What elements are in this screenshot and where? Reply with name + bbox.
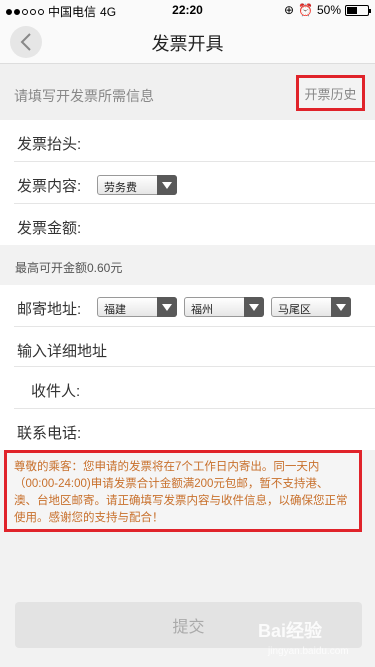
battery-percent: 50% <box>316 3 341 17</box>
address-row: 邮寄地址: 福建 福州 马尾区 <box>0 285 375 329</box>
watermark-url: jingyan.baidu.com <box>268 646 349 657</box>
invoice-amount-row[interactable]: 发票金额: <box>0 204 375 248</box>
navigation-bar: 发票开具 <box>0 20 375 64</box>
city-select[interactable]: 福州 <box>184 297 264 317</box>
city-value: 福州 <box>191 304 213 316</box>
invoice-history-button[interactable]: 开票历史 <box>296 75 365 111</box>
address-label: 邮寄地址: <box>17 301 82 318</box>
phone-label: 联系电话: <box>17 425 82 442</box>
status-bar: 中国电信 4G 22:20 ⊕ ⏰ 50% <box>0 0 375 20</box>
invoice-content-value: 劳务费 <box>104 182 137 194</box>
district-select[interactable]: 马尾区 <box>271 297 351 317</box>
hint-row: 请填写开发票所需信息 开票历史 <box>0 64 375 120</box>
invoice-title-row[interactable]: 发票抬头: <box>0 120 375 164</box>
recipient-row[interactable]: 收件人: <box>0 367 375 411</box>
hint-text: 请填写开发票所需信息 <box>14 88 154 104</box>
invoice-content-label: 发票内容: <box>17 178 82 195</box>
district-value: 马尾区 <box>278 304 311 316</box>
status-right: ⊕ ⏰ 50% <box>283 3 371 17</box>
invoice-amount-label: 发票金额: <box>17 220 82 237</box>
dropdown-arrow-icon <box>244 297 264 317</box>
recipient-label: 收件人: <box>31 383 81 400</box>
detail-address-row[interactable]: 输入详细地址 <box>0 327 375 371</box>
invoice-content-select[interactable]: 劳务费 <box>97 175 177 195</box>
max-amount-text: 最高可开金额0.60元 <box>15 261 123 275</box>
lock-rotation-icon: ⊕ <box>283 3 295 17</box>
battery-icon <box>345 4 371 16</box>
detail-address-input[interactable]: 输入详细地址 <box>17 340 107 361</box>
address-form: 邮寄地址: 福建 福州 马尾区 输入详细地址 收件人: 联系电话: <box>0 285 375 450</box>
invoice-title-label: 发票抬头: <box>17 136 82 153</box>
page-title: 发票开具 <box>151 34 224 54</box>
dropdown-arrow-icon <box>157 175 177 195</box>
watermark-logo: Bai经验 <box>258 621 323 641</box>
notice-box: 尊敬的乘客：您申请的发票将在7个工作日内寄出。同一天内（00:00-24:00)… <box>4 450 362 532</box>
alarm-icon: ⏰ <box>298 3 313 17</box>
dropdown-arrow-icon <box>331 297 351 317</box>
invoice-form: 发票抬头: 发票内容: 劳务费 发票金额: <box>0 120 375 245</box>
phone-row[interactable]: 联系电话: <box>0 409 375 453</box>
province-value: 福建 <box>104 304 126 316</box>
invoice-content-row: 发票内容: 劳务费 <box>0 162 375 206</box>
province-select[interactable]: 福建 <box>97 297 177 317</box>
dropdown-arrow-icon <box>157 297 177 317</box>
